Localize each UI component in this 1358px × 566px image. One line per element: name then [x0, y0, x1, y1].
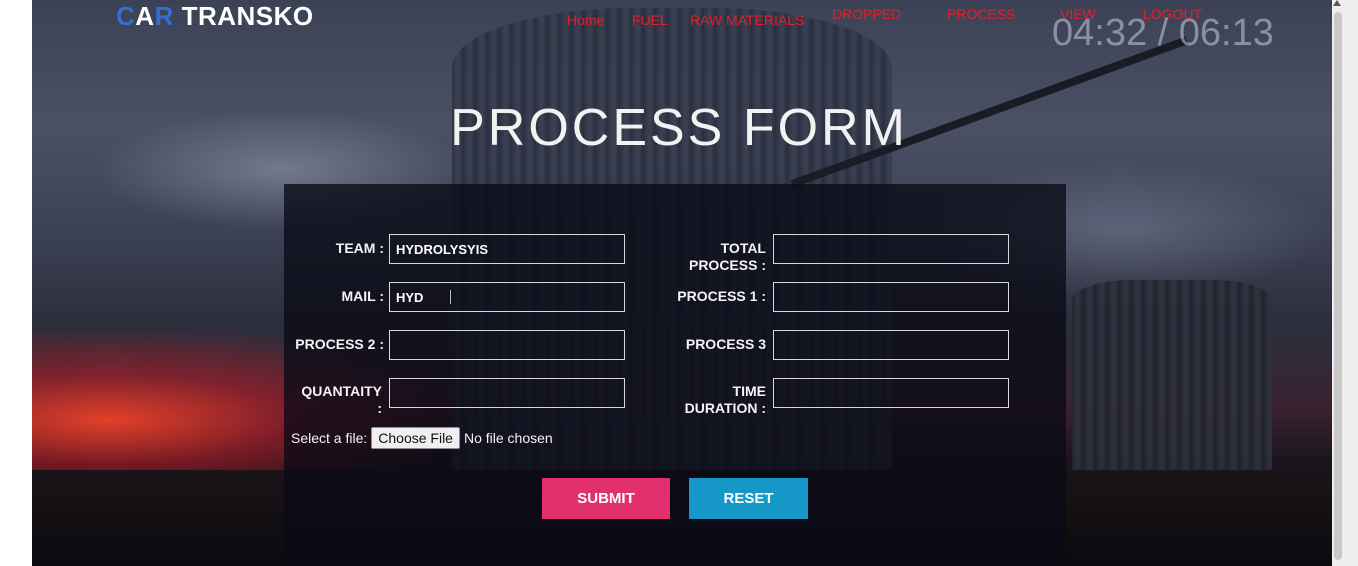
total-process-label: TOTAL PROCESS :: [688, 240, 766, 273]
quantity-label: QUANTAITY :: [301, 383, 382, 416]
nav-process[interactable]: PROCESS: [947, 6, 1015, 22]
nav-raw-materials[interactable]: RAW MATERIALS: [690, 12, 804, 28]
mail-label: MAIL :: [341, 288, 384, 304]
mail-input[interactable]: [389, 282, 625, 312]
submit-button[interactable]: SUBMIT: [542, 478, 670, 519]
process3-label: PROCESS 3: [685, 336, 766, 352]
window-left-edge: [0, 0, 32, 566]
scrollbar-thumb[interactable]: [1334, 12, 1342, 560]
process1-input[interactable]: [773, 282, 1009, 312]
file-status: No file chosen: [463, 430, 553, 446]
process2-label: PROCESS 2 :: [295, 336, 384, 352]
total-process-input[interactable]: [773, 234, 1009, 264]
scroll-up-arrow-icon[interactable]: [1333, 0, 1341, 6]
process3-input[interactable]: [773, 330, 1009, 360]
reset-button[interactable]: RESET: [689, 478, 808, 519]
process2-input[interactable]: [389, 330, 625, 360]
brand-logo[interactable]: CAR TRANSKO: [116, 0, 314, 32]
time-duration-label: TIME DURATION :: [684, 383, 766, 416]
time-duration-input[interactable]: [773, 378, 1009, 408]
choose-file-button[interactable]: Choose File: [371, 427, 460, 449]
file-selector: Select a file: Choose File No file chose…: [291, 427, 553, 449]
nav-home[interactable]: Home: [567, 12, 604, 28]
video-timestamp: 04:32 / 06:13: [1052, 12, 1274, 54]
logo-mountain-icon: A: [135, 1, 155, 31]
quantity-input[interactable]: [389, 378, 625, 408]
team-label: TEAM :: [335, 240, 384, 256]
team-input[interactable]: [389, 234, 625, 264]
nav-fuel[interactable]: FUEL: [632, 12, 668, 28]
text-cursor: [450, 290, 451, 304]
file-label: Select a file:: [291, 430, 368, 446]
process1-label: PROCESS 1 :: [677, 288, 766, 304]
page-title: PROCESS FORM: [450, 99, 908, 157]
nav-dropped[interactable]: DROPPED: [832, 6, 901, 22]
